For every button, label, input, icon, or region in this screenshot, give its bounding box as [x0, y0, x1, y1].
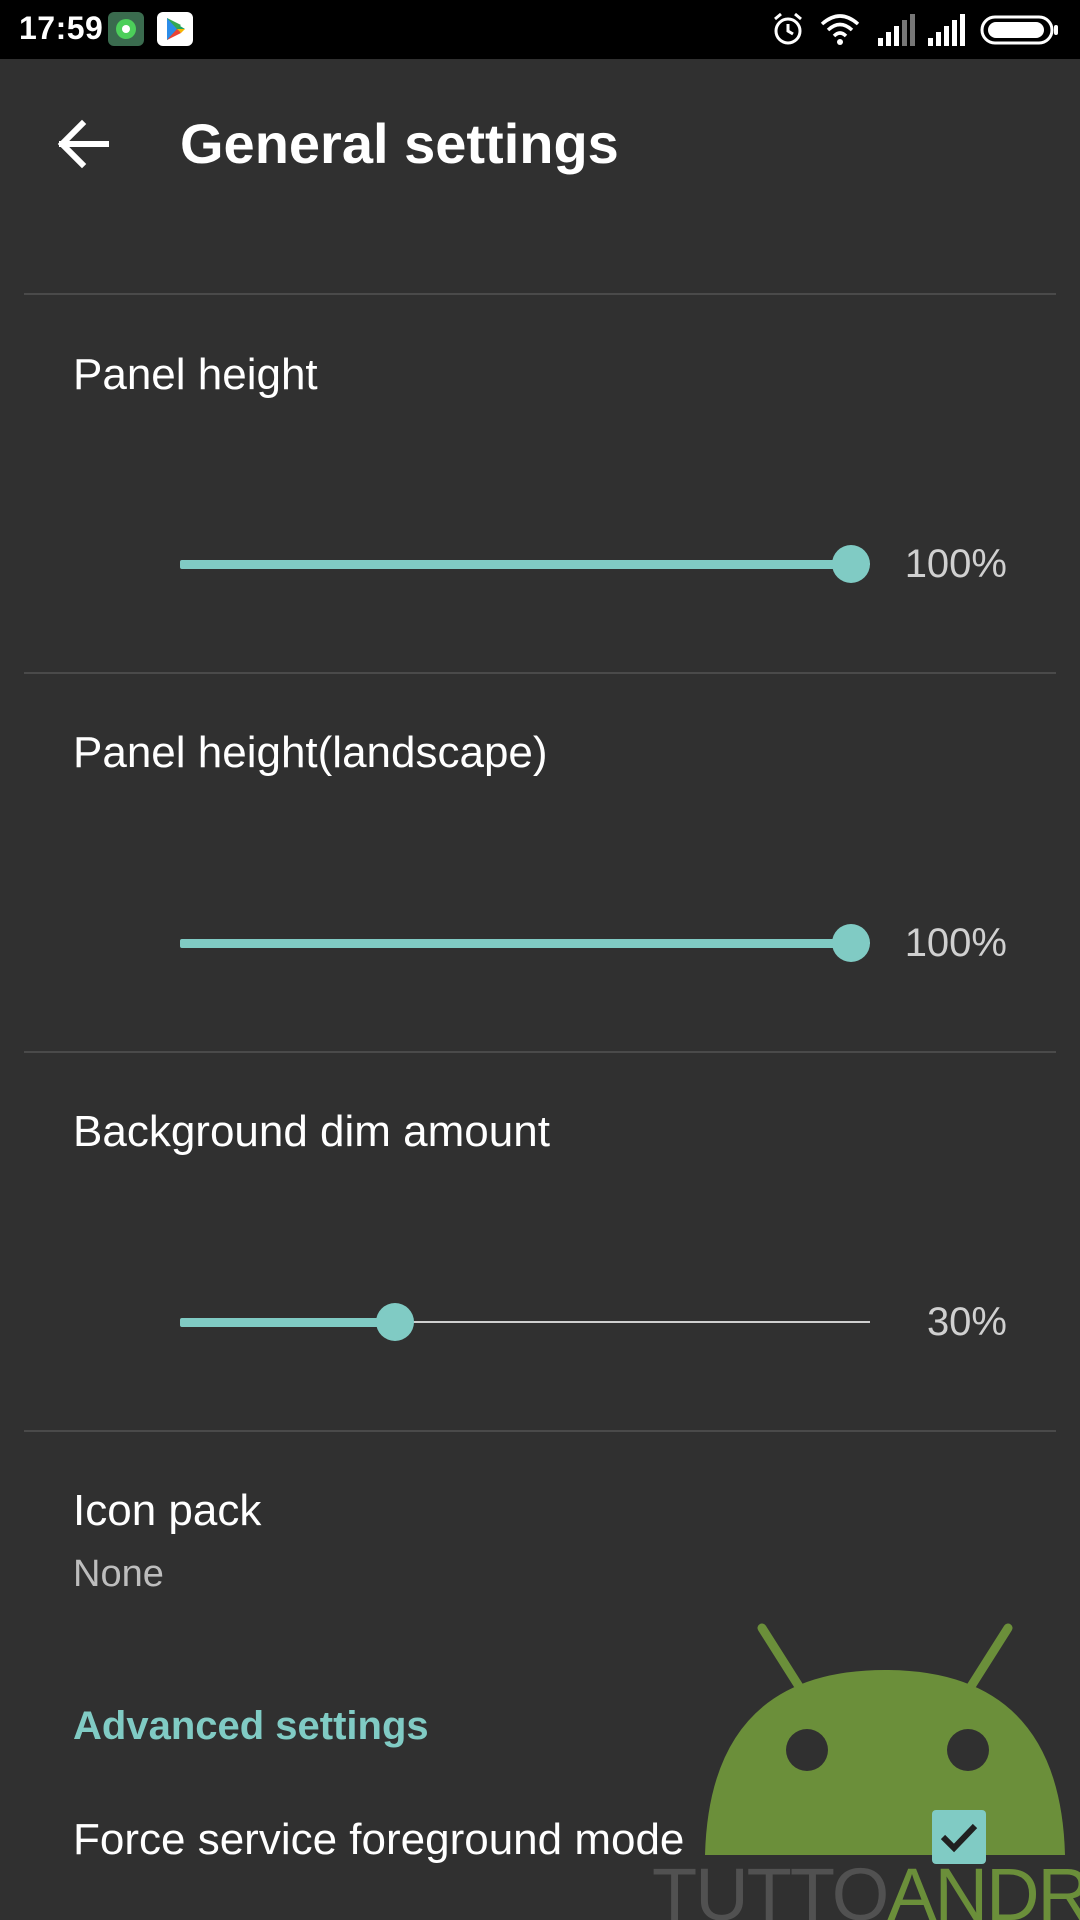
slider-value: 100% — [904, 542, 1007, 586]
background-dim-slider[interactable] — [180, 1302, 870, 1342]
divider — [24, 1430, 1056, 1432]
divider — [24, 293, 1056, 295]
divider — [24, 1051, 1056, 1053]
slider-thumb[interactable] — [832, 924, 870, 962]
pref-title: Panel height — [73, 350, 318, 399]
status-time: 17:59 — [19, 10, 104, 46]
pref-title: Force service foreground mode — [73, 1815, 685, 1864]
settings-screen: 17:59 General settings Panel height 100%… — [0, 0, 1080, 1920]
signal-icon — [928, 14, 965, 46]
pref-title: Panel height(landscape) — [73, 728, 548, 777]
slider-thumb[interactable] — [375, 1303, 414, 1341]
status-icons — [770, 10, 1070, 50]
slider-value: 100% — [904, 921, 1007, 965]
wifi-icon — [820, 14, 860, 45]
watermark-text-brand: ANDROID — [887, 1853, 1080, 1920]
pref-title: Icon pack — [73, 1486, 262, 1535]
panel-height-landscape-slider[interactable] — [180, 923, 870, 963]
watermark-text-light: TUTTO — [652, 1853, 889, 1920]
slider-fill — [180, 1318, 395, 1327]
slider-thumb[interactable] — [832, 545, 870, 583]
slider-fill — [180, 560, 851, 569]
alarm-icon — [774, 12, 802, 45]
arrow-back-icon — [57, 119, 109, 169]
status-bar: 17:59 — [0, 0, 1080, 59]
panel-height-slider[interactable] — [180, 544, 870, 584]
category-advanced-settings: Advanced settings — [73, 1704, 429, 1748]
app-bar: General settings — [0, 59, 1080, 231]
pref-summary: None — [73, 1553, 164, 1595]
watermark-text: TUTTOANDROID — [652, 1852, 1080, 1920]
slider-value: 30% — [926, 1300, 1007, 1344]
back-button[interactable] — [44, 104, 124, 184]
battery-icon — [980, 15, 1058, 45]
play-store-icon — [157, 12, 193, 46]
slider-fill — [180, 939, 851, 948]
signal-icon — [878, 14, 915, 46]
divider — [24, 672, 1056, 674]
app-notification-icon — [108, 12, 144, 46]
pref-title: Background dim amount — [73, 1107, 550, 1156]
page-title: General settings — [180, 112, 619, 175]
